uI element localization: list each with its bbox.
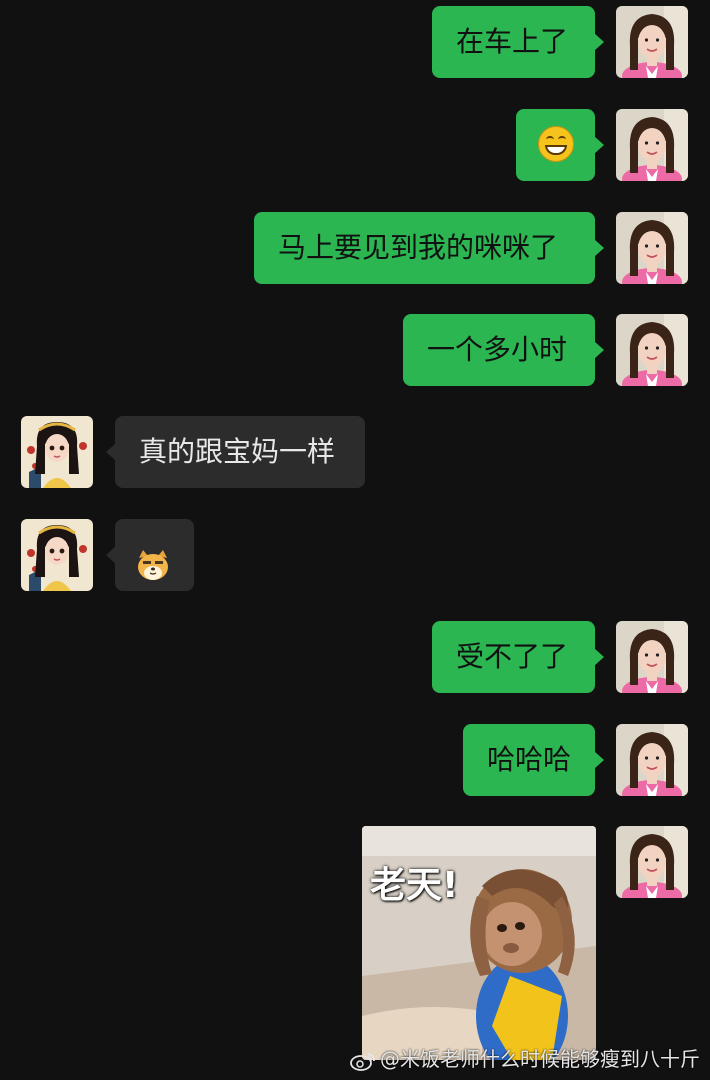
message-text: 马上要见到我的咪咪了 xyxy=(278,231,559,264)
bubble-tail xyxy=(106,546,116,564)
weibo-icon xyxy=(350,1051,376,1071)
message-text: 真的跟宝妈一样 xyxy=(139,435,336,468)
bubble-tail xyxy=(594,136,604,154)
contact-avatar[interactable] xyxy=(21,519,93,591)
bubble-tail xyxy=(106,443,116,461)
self-avatar[interactable] xyxy=(616,826,688,898)
bubble-tail xyxy=(594,751,604,769)
message-bubble-incoming[interactable]: 真的跟宝妈一样 xyxy=(106,416,365,488)
message-bubble-incoming[interactable] xyxy=(106,519,194,591)
message-bubble-outgoing[interactable]: 受不了了 xyxy=(432,621,604,693)
grin-emoji-icon xyxy=(538,126,574,162)
message-text: 在车上了 xyxy=(456,25,569,58)
self-avatar[interactable] xyxy=(616,621,688,693)
message-text: 一个多小时 xyxy=(427,333,568,366)
self-avatar[interactable] xyxy=(616,109,688,181)
message-bubble-outgoing[interactable] xyxy=(516,109,604,181)
message-bubble-outgoing[interactable]: 在车上了 xyxy=(432,6,604,78)
weibo-watermark: @米饭老师什么时候能够瘦到八十斤 xyxy=(350,1043,700,1072)
self-avatar[interactable] xyxy=(616,724,688,796)
self-avatar[interactable] xyxy=(616,6,688,78)
sticker-caption: 老天! xyxy=(370,865,459,906)
self-avatar[interactable] xyxy=(616,212,688,284)
watermark-text: @米饭老师什么时候能够瘦到八十斤 xyxy=(380,1047,700,1071)
doge-emoji-icon xyxy=(135,537,171,580)
message-text: 哈哈哈 xyxy=(487,743,572,776)
message-bubble-outgoing[interactable]: 哈哈哈 xyxy=(463,724,604,796)
bubble-tail xyxy=(594,341,604,359)
contact-avatar[interactable] xyxy=(21,416,93,488)
sticker-image-message[interactable]: 老天! xyxy=(362,826,596,1060)
self-avatar[interactable] xyxy=(616,314,688,386)
bubble-tail xyxy=(594,33,604,51)
message-text: 受不了了 xyxy=(456,640,569,673)
message-bubble-outgoing[interactable]: 一个多小时 xyxy=(403,314,604,386)
bubble-tail xyxy=(594,648,604,666)
bubble-tail xyxy=(594,239,604,257)
message-bubble-outgoing[interactable]: 马上要见到我的咪咪了 xyxy=(254,212,604,284)
